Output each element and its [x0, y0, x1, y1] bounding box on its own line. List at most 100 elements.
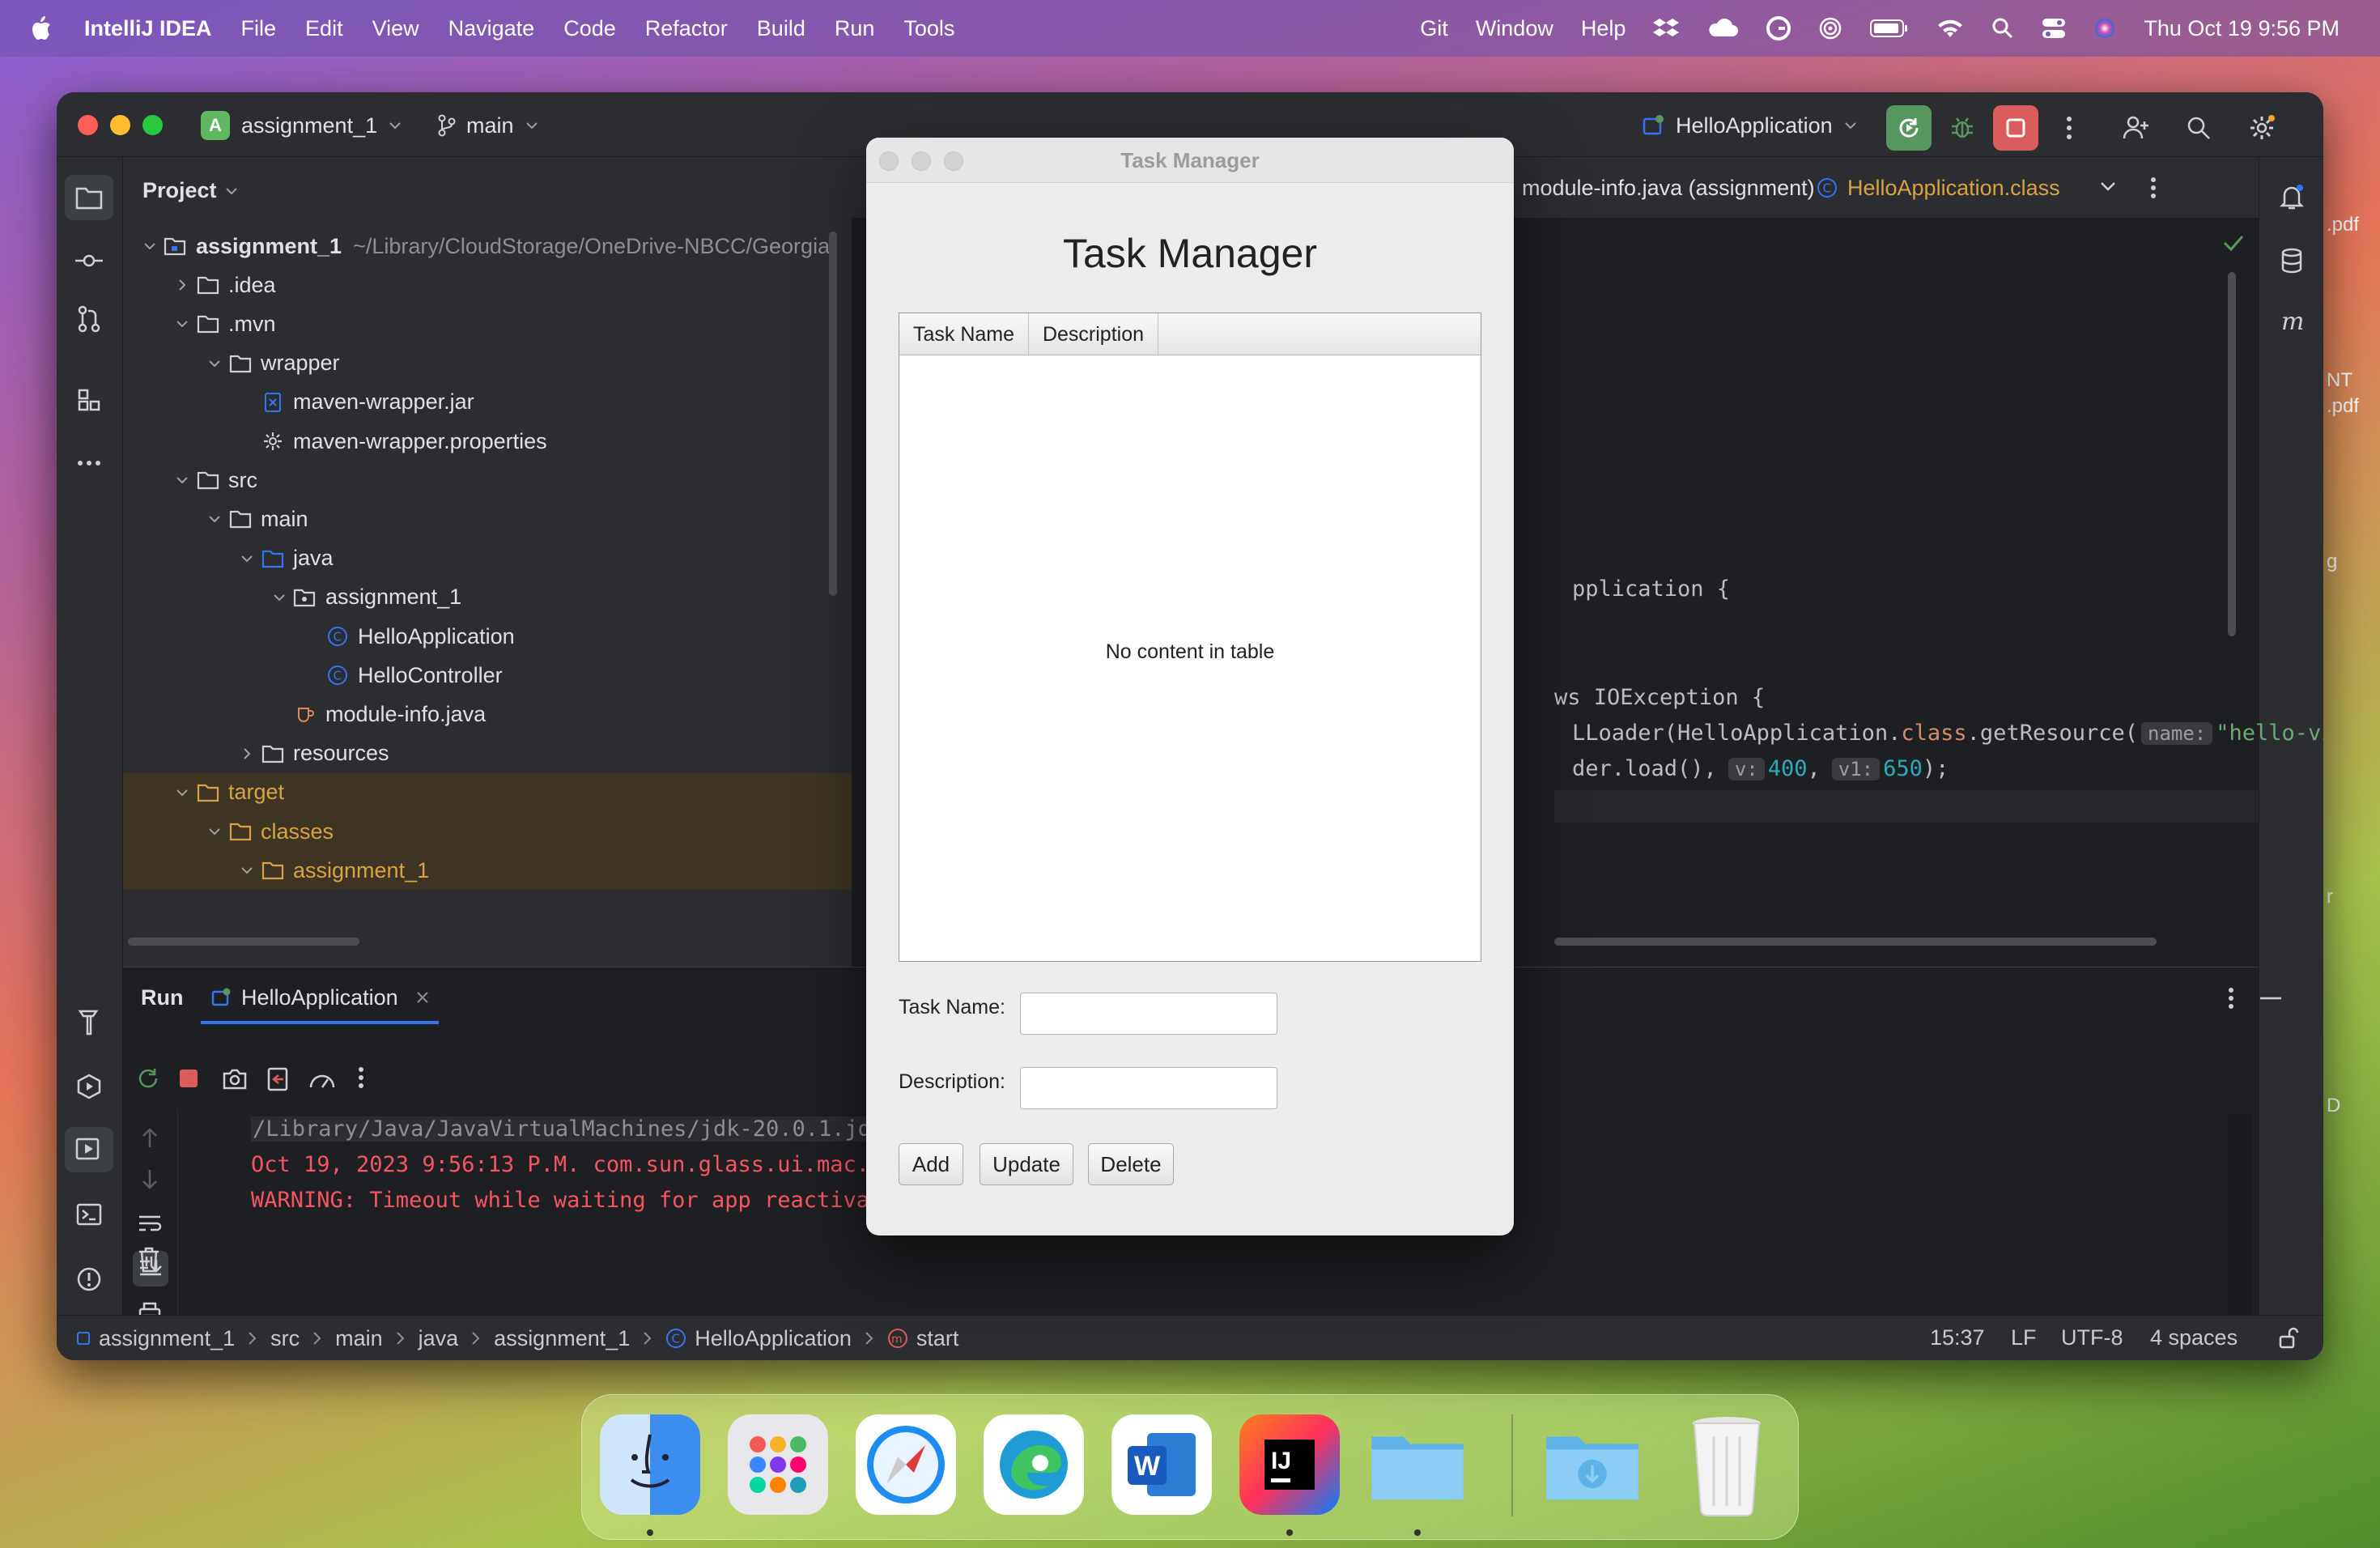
tree-item[interactable]: wrapper [123, 344, 852, 383]
apple-menu-icon[interactable] [29, 15, 52, 41]
stop-button[interactable] [1993, 105, 2038, 151]
console-error-line[interactable]: WARNING: Timeout while waiting for app r… [251, 1188, 922, 1213]
tree-item[interactable]: module-info.java [123, 695, 852, 734]
downloads-folder-icon[interactable] [1542, 1414, 1643, 1515]
more-tools-icon[interactable] [65, 440, 113, 486]
breadcrumb-item[interactable]: assignment_1 [494, 1326, 630, 1351]
chevron-down-icon[interactable] [2100, 181, 2116, 191]
tree-item[interactable]: assignment_1 ~/Library/CloudStorage/OneDr… [123, 227, 852, 266]
notifications-bell-icon[interactable] [2267, 175, 2316, 220]
tree-item[interactable]: target [123, 772, 852, 812]
add-user-icon[interactable] [2113, 105, 2158, 151]
spotlight-icon[interactable] [1991, 17, 2014, 40]
zoom-window-button[interactable] [142, 115, 163, 135]
rerun-button[interactable] [1886, 105, 1932, 151]
console-line[interactable]: /Library/Java/JavaVirtualMachines/jdk-20… [251, 1116, 952, 1142]
tree-item[interactable]: java [123, 539, 852, 578]
menu-navigate[interactable]: Navigate [448, 16, 535, 41]
indent-setting[interactable]: 4 spaces [2150, 1325, 2238, 1350]
run-tab[interactable]: HelloApplication [201, 974, 439, 1024]
search-icon[interactable] [2176, 105, 2221, 151]
pull-requests-icon[interactable] [65, 296, 113, 342]
add-button[interactable]: Add [899, 1143, 963, 1185]
run-more-icon[interactable] [358, 1066, 364, 1089]
tree-item[interactable]: assignment_1 [123, 578, 852, 617]
cloud-icon[interactable] [1706, 19, 1739, 38]
grammarly-icon[interactable] [1766, 16, 1791, 40]
tree-item[interactable]: resources [123, 734, 852, 773]
menu-help[interactable]: Help [1581, 16, 1626, 41]
lock-icon[interactable] [2278, 1327, 2299, 1350]
tree-item[interactable]: C HelloApplication [123, 617, 852, 656]
tree-item[interactable]: .mvn [123, 304, 852, 343]
word-icon[interactable]: W [1111, 1414, 1212, 1515]
delete-button[interactable]: Delete [1088, 1143, 1174, 1185]
tree-item[interactable]: .idea [123, 266, 852, 304]
breadcrumb-item[interactable]: main [335, 1326, 383, 1351]
terminal-icon[interactable] [65, 1192, 113, 1237]
caret-position[interactable]: 15:37 [1930, 1325, 1985, 1350]
code-line[interactable]: LLoader(HelloApplication. class .getResour… [1572, 721, 2323, 746]
minimize-window-button[interactable] [110, 115, 130, 135]
task-table[interactable]: Task Name Description No content in tabl… [899, 313, 1481, 962]
project-selector[interactable]: A assignment_1 [201, 108, 402, 142]
code-line[interactable]: ws IOException { [1554, 685, 1765, 710]
project-folder-icon[interactable] [65, 175, 113, 220]
chevron-down-icon[interactable] [138, 242, 162, 250]
tab-more-icon[interactable] [2150, 176, 2157, 199]
tree-item[interactable]: src [123, 461, 852, 500]
clock[interactable]: Thu Oct 19 9:56 PM [2144, 16, 2340, 41]
close-tab-icon[interactable] [416, 991, 429, 1004]
menu-view[interactable]: View [372, 16, 419, 41]
launchpad-icon[interactable] [728, 1414, 828, 1515]
minimize-window-button[interactable] [912, 151, 931, 171]
chevron-right-icon[interactable] [235, 747, 259, 760]
commit-icon[interactable] [65, 238, 113, 283]
scroll-up-icon[interactable] [141, 1126, 159, 1149]
menu-code[interactable]: Code [563, 16, 616, 41]
breadcrumb-item[interactable]: assignment_1 [99, 1326, 235, 1351]
close-window-button[interactable] [879, 151, 899, 171]
stop-icon[interactable] [178, 1068, 199, 1089]
app-menu[interactable]: IntelliJ IDEA [84, 16, 212, 41]
task-manager-title-bar[interactable]: Task Manager [866, 138, 1514, 183]
breadcrumb-item[interactable]: HelloApplication [695, 1326, 852, 1351]
finder-icon[interactable] [600, 1414, 700, 1515]
description-input[interactable] [1020, 1067, 1277, 1109]
airdrop-icon[interactable] [1818, 16, 1842, 40]
scroll-down-icon[interactable] [141, 1168, 159, 1191]
minimize-panel-icon[interactable] [2260, 997, 2281, 1000]
trash-icon[interactable] [138, 1247, 160, 1273]
control-center-icon[interactable] [2042, 17, 2066, 40]
editor-tab[interactable]: module-info.java (assignment) [1496, 157, 1815, 219]
safari-icon[interactable] [856, 1414, 956, 1515]
folder-icon[interactable] [1367, 1414, 1468, 1515]
editor-tab[interactable]: C HelloApplication.class [1817, 157, 2059, 219]
tree-item[interactable]: classes [123, 812, 852, 851]
tree-item[interactable]: main [123, 500, 852, 538]
line-separator[interactable]: LF [2011, 1325, 2037, 1350]
rerun-icon[interactable] [136, 1066, 162, 1091]
profiler-gauge-icon[interactable] [308, 1068, 337, 1091]
tree-vertical-scrollbar[interactable] [829, 232, 837, 596]
chevron-down-icon[interactable] [202, 827, 227, 836]
column-header-description[interactable]: Description [1029, 313, 1158, 355]
services-icon[interactable] [65, 1064, 113, 1109]
edge-browser-icon[interactable] [984, 1414, 1084, 1515]
breadcrumb-item[interactable]: src [270, 1326, 300, 1351]
breadcrumb-item[interactable]: start [916, 1326, 959, 1351]
chevron-down-icon[interactable] [235, 555, 259, 563]
code-line[interactable]: pplication { [1572, 576, 1730, 602]
more-actions-icon[interactable] [2046, 105, 2092, 151]
settings-gear-icon[interactable] [2239, 105, 2284, 151]
tree-item[interactable]: maven-wrapper.properties [123, 422, 852, 461]
camera-icon[interactable] [222, 1068, 248, 1091]
chevron-down-icon[interactable] [170, 789, 194, 797]
run-config-selector[interactable]: HelloApplication [1642, 108, 1857, 142]
chevron-down-icon[interactable] [202, 359, 227, 368]
menu-window[interactable]: Window [1476, 16, 1553, 41]
exit-icon[interactable] [266, 1066, 290, 1092]
menu-file[interactable]: File [241, 16, 277, 41]
close-window-button[interactable] [78, 115, 98, 135]
chevron-right-icon[interactable] [170, 279, 194, 291]
